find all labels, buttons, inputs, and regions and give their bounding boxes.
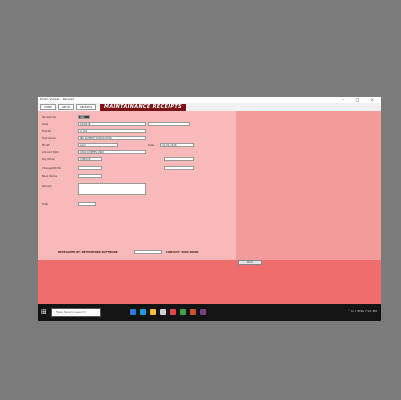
- field-remark[interactable]: [78, 183, 146, 195]
- windows-start-icon[interactable]: ⊞: [41, 309, 48, 316]
- print-button[interactable]: Print: [238, 260, 262, 265]
- media-icon[interactable]: [200, 309, 206, 315]
- tab-setup[interactable]: SETUP: [58, 104, 74, 110]
- excel-icon[interactable]: [180, 309, 186, 315]
- contact-info: CONTACT: 9000 00000: [166, 251, 199, 254]
- field-bank-name[interactable]: [78, 174, 102, 178]
- system-tray[interactable]: ⌃ ⊡ ♪ ENG 7:21 PM: [348, 309, 377, 313]
- app-icon[interactable]: [170, 309, 176, 315]
- taskbar: ⊞ Type here to search ⌃ ⊡ ♪ ENG 7:21 PM: [38, 304, 381, 321]
- app-title: MAINTAINANCE RECEIPTS: [100, 104, 186, 111]
- screenshot-frame: Photo Viewer - Receipt – □ × HOME SETUP …: [8, 8, 393, 392]
- label-flat-owner: Flat Owner: [42, 137, 57, 140]
- field-extra-date[interactable]: 01-02-2016: [160, 143, 194, 147]
- field-month[interactable]: April: [78, 143, 118, 147]
- store-icon[interactable]: [160, 309, 166, 315]
- field-side-2[interactable]: [164, 157, 194, 161]
- window-title: Photo Viewer - Receipt: [40, 97, 74, 101]
- label-pay-mode: Pay Mode: [42, 158, 55, 161]
- label-total: Total: [42, 203, 49, 206]
- bottom-area: Print: [38, 260, 381, 304]
- field-side-3[interactable]: [164, 166, 194, 170]
- window-controls[interactable]: – □ ×: [342, 97, 379, 102]
- field-flat-no[interactable]: A 101: [78, 129, 146, 133]
- label-receipt-no: Receipt No: [42, 116, 57, 119]
- field-receipt-no[interactable]: 001: [78, 115, 90, 119]
- search-placeholder: Type here to search: [56, 310, 86, 314]
- field-date[interactable]: 01/2016: [78, 122, 146, 126]
- label-month: Month: [42, 144, 51, 147]
- field-total[interactable]: [78, 202, 96, 206]
- field-flat-owner[interactable]: MR SURESH KUMAR PATIL: [78, 136, 146, 140]
- label-date: Date: [42, 123, 49, 126]
- field-pay-mode[interactable]: CHEQUE: [78, 157, 102, 161]
- footer-field[interactable]: [134, 250, 162, 254]
- label-cheque-no: Cheque/DD No: [42, 167, 62, 170]
- records-pane: [236, 111, 381, 260]
- powerpoint-icon[interactable]: [190, 309, 196, 315]
- field-cheque-no[interactable]: [78, 166, 102, 170]
- taskbar-search[interactable]: Type here to search: [51, 308, 101, 317]
- folder-icon[interactable]: [150, 309, 156, 315]
- field-amount-paid[interactable]: 4500 RUPEES ONLY: [78, 150, 146, 154]
- field-side-1[interactable]: [148, 122, 190, 126]
- edge-icon[interactable]: [140, 309, 146, 315]
- receipt-form: Receipt No 001 Date 01/2016 Flat No A 10…: [38, 111, 236, 260]
- label-remark: Remark: [42, 185, 52, 188]
- label-bank-name: Bank Name: [42, 175, 57, 178]
- label-amount-paid: Amount Paid: [42, 151, 59, 154]
- label-flat-no: Flat No: [42, 130, 52, 133]
- developer-credit: DEVELOPED BY: NETPARTNER SOFTWARE: [58, 251, 118, 254]
- tab-receipts[interactable]: RECEIPTS: [76, 104, 96, 110]
- desktop-screen: Photo Viewer - Receipt – □ × HOME SETUP …: [38, 97, 381, 321]
- tab-home[interactable]: HOME: [40, 104, 56, 110]
- form-footer: DEVELOPED BY: NETPARTNER SOFTWARE CONTAC…: [38, 250, 236, 260]
- task-view-icon[interactable]: [130, 309, 136, 315]
- label-extra-date: Date: [148, 144, 155, 147]
